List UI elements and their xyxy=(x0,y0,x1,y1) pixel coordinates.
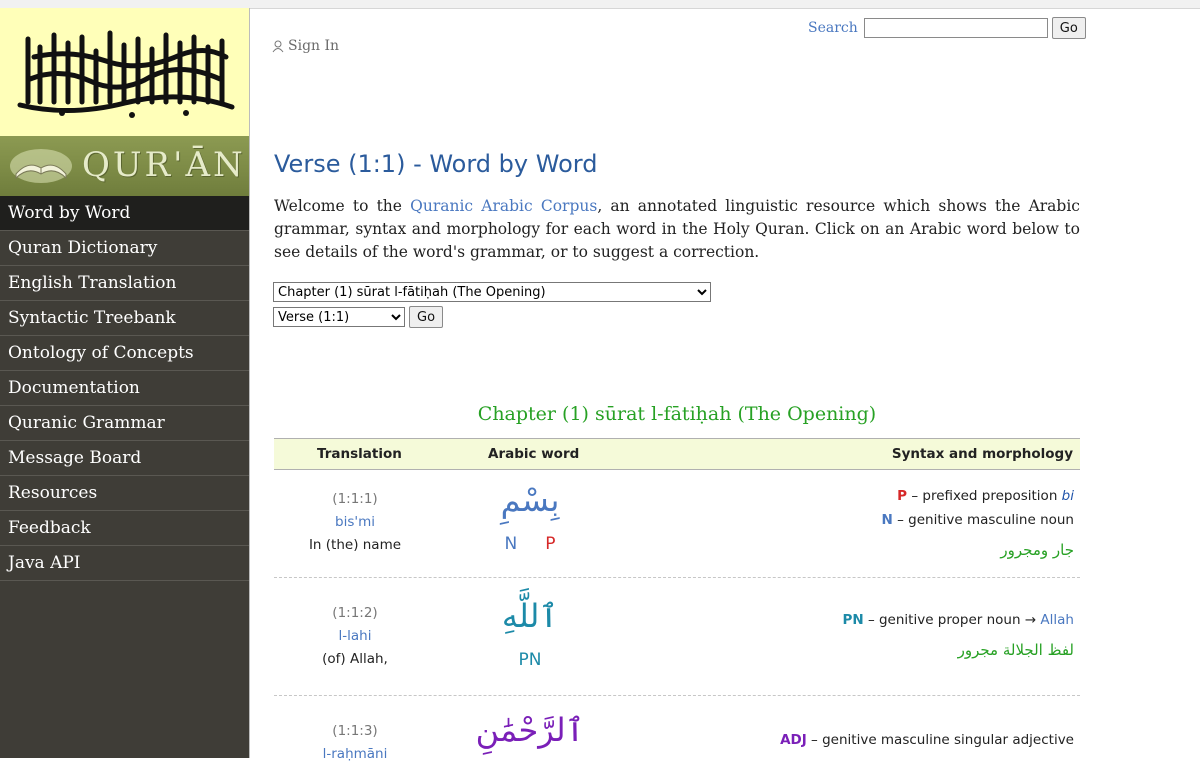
syntax-tag: ADJ xyxy=(780,732,807,748)
word-location: (1:1:1) xyxy=(332,491,378,507)
arabic-word-cell[interactable]: ٱلرَّحْمَٰنِ xyxy=(474,710,586,750)
calligraphy-image xyxy=(17,30,234,118)
corpus-link[interactable]: Quranic Arabic Corpus xyxy=(410,197,597,215)
transliteration: l-lahi xyxy=(338,628,372,644)
chapter-heading: Chapter (1) sūrat l-fātiḥah (The Opening… xyxy=(477,403,877,425)
quran-brand-banner[interactable]: QUR'ĀN xyxy=(0,136,249,196)
verse-go-button[interactable]: Go xyxy=(409,306,444,328)
sidebar-item-quranic-grammar[interactable]: Quranic Grammar xyxy=(0,406,249,441)
english-gloss: In (the) name xyxy=(308,537,402,553)
open-book-icon xyxy=(10,149,72,183)
sidebar-nav: Word by Word Quran Dictionary English Tr… xyxy=(0,196,249,581)
sidebar-item-word-by-word[interactable]: Word by Word xyxy=(0,196,249,231)
syntax-tag: PN xyxy=(842,612,864,628)
translation-cell: (1:1:2) l-lahi (of) Allah, xyxy=(274,602,436,671)
arabic-grammar-note: لفظ الجلالة مجرور xyxy=(957,641,1074,659)
sidebar-item-feedback[interactable]: Feedback xyxy=(0,511,249,546)
transliteration: l-raḥmāni xyxy=(322,746,388,762)
search-go-button[interactable]: Go xyxy=(1051,17,1086,39)
pos-tag-prep: P xyxy=(545,534,556,554)
syntax-tag: N xyxy=(881,512,893,528)
sidebar-item-documentation[interactable]: Documentation xyxy=(0,371,249,406)
syntax-translit: bi xyxy=(1061,488,1074,504)
main-content: Sign In Search Go Verse (1:1) - Word by … xyxy=(250,8,1200,762)
table-row: (1:1:2) l-lahi (of) Allah, ٱللَّهِ PN PN… xyxy=(274,578,1080,696)
sign-in-label: Sign In xyxy=(288,38,340,54)
pos-tags: N P xyxy=(474,534,586,554)
intro-text-start: Welcome to the xyxy=(274,197,411,215)
word-location: (1:1:2) xyxy=(332,605,378,621)
word-table: Translation Arabic word Syntax and morph… xyxy=(274,438,1080,776)
search-bar: Search Go xyxy=(808,17,1086,39)
arabic-word[interactable]: ٱللَّهِ xyxy=(474,596,586,636)
sidebar-item-syntactic-treebank[interactable]: Syntactic Treebank xyxy=(0,301,249,336)
pos-tag-proper-noun: PN xyxy=(518,650,542,670)
sidebar-item-java-api[interactable]: Java API xyxy=(0,546,249,581)
header-translation: Translation xyxy=(317,446,402,462)
syntax-desc: – genitive masculine noun xyxy=(892,512,1074,528)
sidebar-item-resources[interactable]: Resources xyxy=(0,476,249,511)
page-title: Verse (1:1) - Word by Word xyxy=(274,150,598,178)
sidebar: QUR'ĀN Word by Word Quran Dictionary Eng… xyxy=(0,8,250,758)
syntax-desc: – genitive proper noun → xyxy=(863,612,1041,628)
arabic-word-cell[interactable]: ٱللَّهِ PN xyxy=(474,596,586,670)
user-icon xyxy=(272,40,284,52)
syntax-cell: P – prefixed preposition bi N – genitive… xyxy=(882,484,1074,562)
table-row: (1:1:1) bis'mi In (the) name بِسْمِ N P … xyxy=(274,470,1080,578)
translation-cell: (1:1:3) l-raḥmāni xyxy=(274,720,436,766)
chapter-select[interactable]: Chapter (1) sūrat l-fātiḥah (The Opening… xyxy=(273,282,711,302)
syntax-desc: – genitive masculine singular adjective xyxy=(806,732,1074,748)
arabic-word[interactable]: بِسْمِ xyxy=(474,480,586,520)
syntax-cell: ADJ – genitive masculine singular adject… xyxy=(780,728,1074,752)
english-gloss: (of) Allah, xyxy=(322,651,388,667)
sidebar-item-ontology[interactable]: Ontology of Concepts xyxy=(0,336,249,371)
pos-tags: PN xyxy=(474,650,586,670)
search-input[interactable] xyxy=(863,18,1048,38)
pos-tag-noun: N xyxy=(504,534,518,554)
word-location: (1:1:3) xyxy=(332,723,378,739)
table-row: (1:1:3) l-raḥmāni ٱلرَّحْمَٰنِ ADJ – gen… xyxy=(274,696,1080,776)
search-label: Search xyxy=(808,20,858,36)
arabic-grammar-note: جار ومجرور xyxy=(1000,541,1074,559)
transliteration: bis'mi xyxy=(335,514,375,530)
sidebar-item-quran-dictionary[interactable]: Quran Dictionary xyxy=(0,231,249,266)
syntax-tag: P xyxy=(897,488,908,504)
header-arabic-word: Arabic word xyxy=(488,446,580,462)
translation-cell: (1:1:1) bis'mi In (the) name xyxy=(274,488,436,557)
syntax-cell: PN – genitive proper noun → Allah لفظ ال… xyxy=(842,608,1074,662)
arabic-word-cell[interactable]: بِسْمِ N P xyxy=(474,480,586,554)
intro-paragraph: Welcome to the Quranic Arabic Corpus, an… xyxy=(274,195,1080,264)
arabic-word[interactable]: ٱلرَّحْمَٰنِ xyxy=(474,710,586,750)
header-syntax: Syntax and morphology xyxy=(891,446,1073,462)
sidebar-item-message-board[interactable]: Message Board xyxy=(0,441,249,476)
brand-wordmark: QUR'ĀN xyxy=(82,145,246,185)
verse-select[interactable]: Verse (1:1) xyxy=(273,307,405,327)
table-header: Translation Arabic word Syntax and morph… xyxy=(274,438,1080,470)
syntax-desc: – prefixed preposition xyxy=(907,488,1062,504)
sign-in-link[interactable]: Sign In xyxy=(272,38,339,54)
sidebar-item-english-translation[interactable]: English Translation xyxy=(0,266,249,301)
lemma-link[interactable]: Allah xyxy=(1040,612,1074,628)
shahada-calligraphy-logo xyxy=(0,8,249,136)
verse-select-row: Verse (1:1) Go xyxy=(273,306,444,328)
